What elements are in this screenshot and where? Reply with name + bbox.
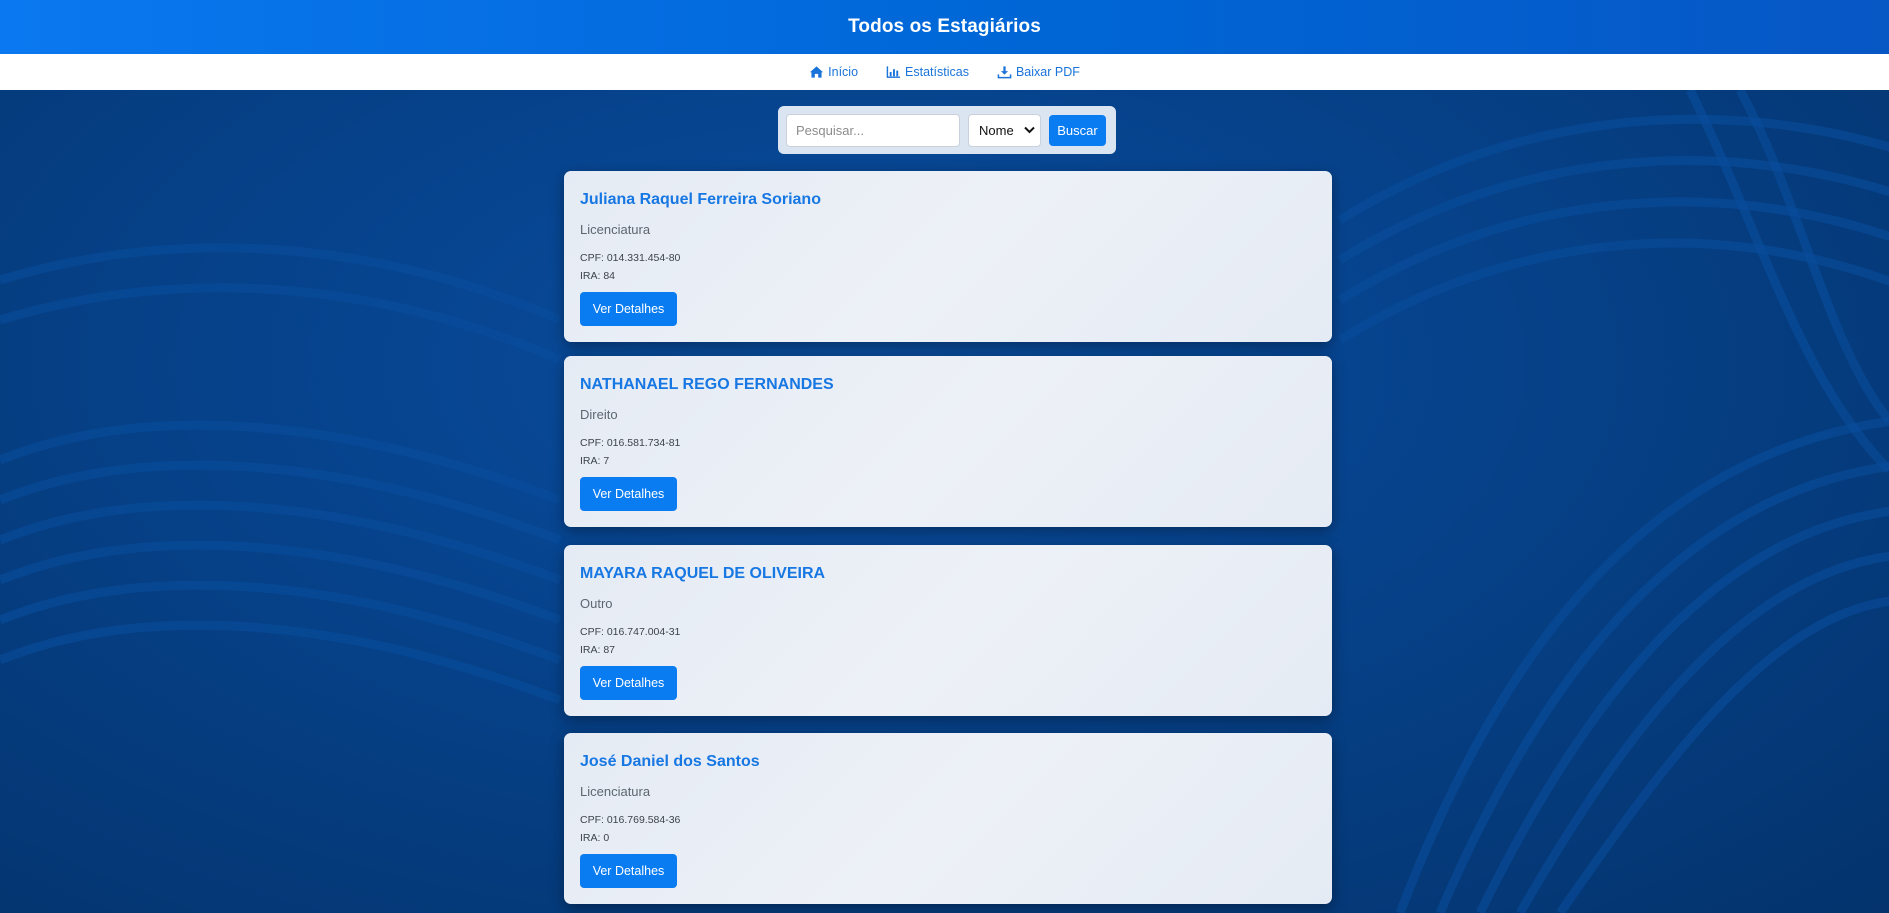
home-icon — [810, 66, 824, 78]
intern-course: Licenciatura — [580, 222, 651, 237]
chevron-down-icon — [1024, 126, 1035, 134]
intern-name: MAYARA RAQUEL DE OLIVEIRA — [580, 565, 826, 582]
nav-link-estatisticas[interactable]: Estatísticas — [886, 65, 969, 79]
intern-name: Juliana Raquel Ferreira Soriano — [580, 191, 821, 208]
intern-cpf: CPF: 016.747.004-31 — [580, 626, 681, 638]
chart-icon — [886, 66, 901, 78]
ver-detalhes-button[interactable]: Ver Detalhes — [580, 292, 677, 326]
intern-ira: IRA: 87 — [580, 644, 616, 656]
intern-cpf: CPF: 016.581.734-81 — [580, 437, 681, 449]
ver-detalhes-button[interactable]: Ver Detalhes — [580, 854, 677, 888]
intern-card: NATHANAEL REGO FERNANDES Direito CPF: 01… — [564, 356, 1332, 527]
top-nav: Início Estatísticas Baixar PDF — [0, 54, 1889, 90]
intern-card: Juliana Raquel Ferreira Soriano Licencia… — [564, 171, 1332, 342]
intern-cpf: CPF: 014.331.454-80 — [580, 252, 681, 264]
intern-name: José Daniel dos Santos — [580, 753, 760, 770]
page-title: Todos os Estagiários — [848, 16, 1041, 37]
search-button[interactable]: Buscar — [1049, 114, 1106, 146]
intern-ira: IRA: 0 — [580, 832, 610, 844]
intern-ira: IRA: 84 — [580, 270, 616, 282]
intern-name: NATHANAEL REGO FERNANDES — [580, 376, 834, 393]
intern-ira: IRA: 7 — [580, 455, 610, 467]
intern-course: Direito — [580, 407, 618, 422]
intern-cpf: CPF: 016.769.584-36 — [580, 814, 681, 826]
download-icon — [997, 66, 1012, 79]
search-filter-select[interactable]: Nome — [968, 113, 1041, 147]
search-bar: Nome Buscar — [778, 106, 1116, 154]
nav-link-inicio[interactable]: Início — [809, 65, 858, 79]
nav-link-baixar-pdf[interactable]: Baixar PDF — [997, 65, 1080, 79]
intern-course: Outro — [580, 596, 613, 611]
ver-detalhes-button[interactable]: Ver Detalhes — [580, 477, 677, 511]
search-input[interactable] — [786, 113, 960, 147]
intern-card: José Daniel dos Santos Licenciatura CPF:… — [564, 733, 1332, 904]
nav-link-estatisticas-label: Estatísticas — [905, 65, 969, 79]
intern-course: Licenciatura — [580, 784, 651, 799]
page-header: Todos os Estagiários — [0, 0, 1889, 54]
nav-link-inicio-label: Início — [828, 65, 859, 79]
ver-detalhes-button[interactable]: Ver Detalhes — [580, 666, 677, 700]
search-filter-value: Nome — [979, 122, 1014, 138]
nav-link-baixar-pdf-label: Baixar PDF — [1015, 65, 1080, 79]
intern-card: MAYARA RAQUEL DE OLIVEIRA Outro CPF: 016… — [564, 545, 1332, 716]
